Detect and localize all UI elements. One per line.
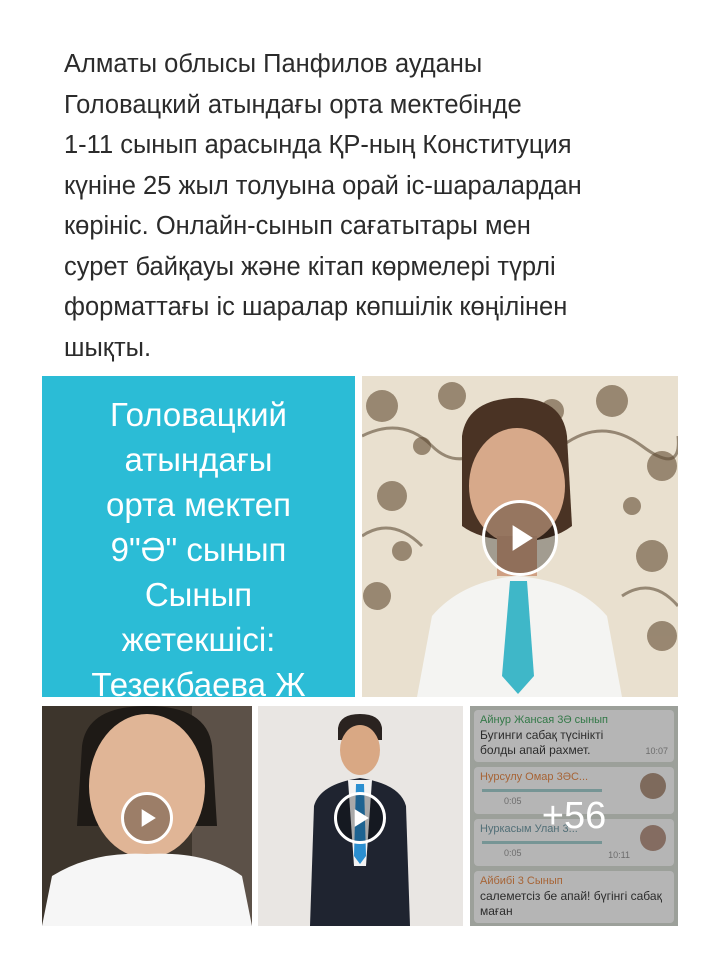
- gallery-caption-tile[interactable]: Головацкий атындағы орта мектеп 9"Ә" сын…: [42, 376, 355, 697]
- gallery-video-2[interactable]: [42, 706, 252, 926]
- play-icon: [141, 809, 156, 827]
- play-button[interactable]: [334, 792, 386, 844]
- post-text: Алматы облысы Панфилов ауданы Головацкий…: [64, 50, 582, 362]
- gallery-video-1[interactable]: [362, 376, 678, 697]
- play-button[interactable]: [482, 500, 558, 576]
- play-icon: [354, 809, 369, 827]
- gallery-video-3[interactable]: [258, 706, 463, 926]
- more-photos-overlay[interactable]: +56: [470, 706, 678, 926]
- more-count: +56: [541, 794, 607, 837]
- play-icon: [512, 525, 533, 551]
- gallery-more-tile[interactable]: Айнур Жансая 3Ә сынып Бугинги сабақ түсі…: [470, 706, 678, 926]
- play-button[interactable]: [121, 792, 173, 844]
- caption-text: Головацкий атындағы орта мектеп 9"Ә" сын…: [91, 396, 306, 697]
